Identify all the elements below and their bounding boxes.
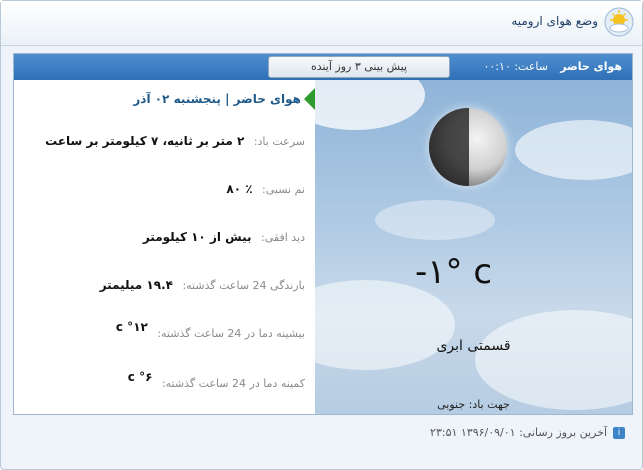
weather-condition-image: -۱° c قسمتی ابری جهت باد: جنوبی xyxy=(315,80,632,414)
max-temp-row: بیشینه دما در 24 ساعت گذشته: ۱۲° c xyxy=(116,320,305,340)
last-update-text: آخرین بروز رسانی: ۱۳۹۶/۰۹/۰۱ ۲۳:۵۱ xyxy=(430,426,607,439)
rain-value: ۱۹.۴ میلیمتر xyxy=(99,278,173,292)
widget-title: وضع هوای ارومیه xyxy=(511,14,598,28)
visibility-row: دید افقی: بیش از ۱۰ کیلومتر xyxy=(143,230,305,244)
details-column: هوای حاضر | پنجشنبه ۰۲ آذر سرعت باد: ۲ م… xyxy=(14,80,315,414)
condition-text: قسمتی ابری xyxy=(436,338,511,354)
humidity-row: نم نسبی: ٪ ۸۰ xyxy=(226,182,305,196)
tab-bar: هوای حاضر ساعت: ۰۰:۱۰ پیش بینی ۳ روز آین… xyxy=(14,54,632,80)
tab-current-weather[interactable]: هوای حاضر xyxy=(560,60,622,73)
weather-panel: هوای حاضر ساعت: ۰۰:۱۰ پیش بینی ۳ روز آین… xyxy=(13,53,633,415)
max-temp-label: بیشینه دما در 24 ساعت گذشته: xyxy=(157,327,305,340)
humidity-label: نم نسبی: xyxy=(262,183,305,196)
footer: i آخرین بروز رسانی: ۱۳۹۶/۰۹/۰۱ ۲۳:۵۱ xyxy=(13,421,631,445)
visibility-label: دید افقی: xyxy=(261,231,305,244)
humidity-value: ٪ ۸۰ xyxy=(226,182,253,196)
min-temp-row: کمینه دما در 24 ساعت گذشته: ۶° c xyxy=(128,370,305,390)
max-temp-value: ۱۲° c xyxy=(115,320,148,334)
wind-speed-row: سرعت باد: ۲ متر بر ثانیه، ۷ کیلومتر بر س… xyxy=(45,134,305,148)
wind-speed-label: سرعت باد: xyxy=(253,135,305,148)
current-temperature: -۱° c xyxy=(415,252,493,292)
green-arrow-icon xyxy=(304,88,315,110)
weather-widget: وضع هوای ارومیه هوای حاضر ساعت: ۰۰:۱۰ پی… xyxy=(0,0,643,470)
day-heading: هوای حاضر | پنجشنبه ۰۲ آذر xyxy=(133,92,301,106)
min-temp-value: ۶° c xyxy=(127,370,153,384)
visibility-value: بیش از ۱۰ کیلومتر xyxy=(142,230,252,244)
wind-direction: جهت باد: جنوبی xyxy=(437,398,510,411)
widget-header: وضع هوای ارومیه xyxy=(1,1,642,46)
rain-row: بارندگی 24 ساعت گذشته: ۱۹.۴ میلیمتر xyxy=(100,278,305,292)
time-label: ساعت: ۰۰:۱۰ xyxy=(483,60,548,73)
sun-cloud-icon xyxy=(604,7,634,37)
min-temp-label: کمینه دما در 24 ساعت گذشته: xyxy=(161,377,305,390)
info-icon: i xyxy=(613,427,625,439)
rain-label: بارندگی 24 ساعت گذشته: xyxy=(182,279,305,292)
forecast-3-day-button[interactable]: پیش بینی ۳ روز آینده xyxy=(268,56,450,78)
wind-speed-value: ۲ متر بر ثانیه، ۷ کیلومتر بر ساعت xyxy=(45,134,245,148)
